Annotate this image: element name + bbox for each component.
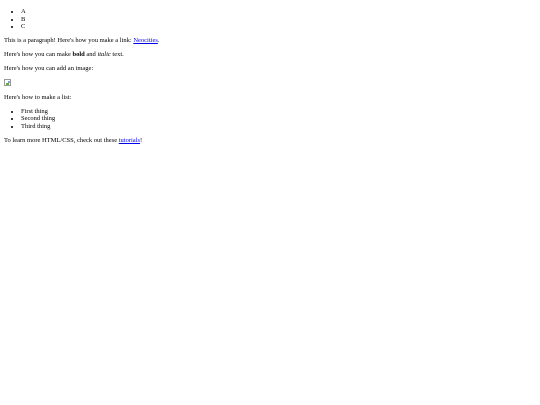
bold-text: bold [72, 51, 85, 58]
format-paragraph-end: text. [110, 51, 124, 58]
list-item: Second thing [21, 115, 536, 123]
list-item: C [21, 23, 536, 31]
things-list: First thing Second thing Third thing [4, 108, 536, 131]
letter-list: A B C [4, 8, 536, 31]
neocities-link[interactable]: Neocities [133, 37, 158, 44]
format-paragraph: Here's how you can make bold and italic … [4, 51, 536, 59]
link-paragraph: This is a paragraph! Here's how you make… [4, 37, 536, 45]
list-paragraph: Here's how to make a list: [4, 93, 72, 101]
list-item: A [21, 8, 536, 16]
list-item: Third thing [21, 123, 536, 131]
page-body: A B C This is a paragraph! Here's how yo… [0, 0, 540, 144]
format-paragraph-middle: and [84, 51, 98, 58]
learn-paragraph-text: To learn more HTML/CSS, check out these [4, 136, 119, 144]
link-paragraph-end: . [157, 37, 160, 44]
learn-paragraph: To learn more HTML/CSS, check out these … [4, 137, 536, 145]
list-item: First thing [21, 108, 536, 116]
broken-image-icon [4, 79, 11, 86]
tutorials-link[interactable]: tutorials [119, 137, 140, 144]
image-container [4, 79, 536, 87]
format-paragraph-text: Here's how you can make [4, 51, 73, 58]
link-paragraph-text: This is a paragraph! Here's how you make… [4, 37, 134, 44]
italic-text: italic [97, 51, 111, 58]
learn-paragraph-end: ! [140, 136, 143, 144]
list-item: B [21, 16, 536, 24]
image-paragraph: Here's how you can add an image: [4, 65, 94, 72]
